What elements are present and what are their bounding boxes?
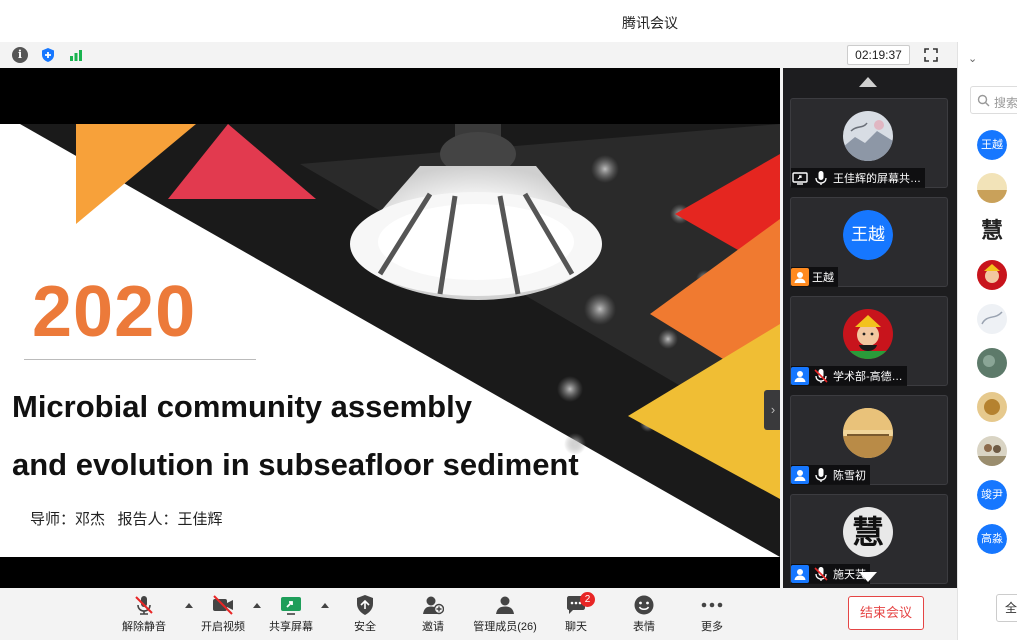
camera-off-icon (213, 595, 233, 615)
security-label: 安全 (354, 621, 376, 633)
avatar (843, 309, 893, 359)
share-screen-icon (281, 597, 301, 615)
participant-namebar: 陈雪初 (791, 465, 870, 485)
end-meeting-button[interactable]: 结束会议 (848, 596, 924, 630)
participant-namebar: 学术部-高德… (791, 366, 907, 386)
collapse-video-panel-handle[interactable]: › (764, 390, 780, 430)
member-avatar[interactable]: 高淼 (977, 524, 1007, 554)
unmute-button[interactable]: 解除静音 (108, 592, 180, 638)
chat-unread-badge: 2 (580, 592, 595, 607)
meeting-area: i 02:19:37 2020 Microbial community asse… (0, 42, 957, 640)
participant-name: 陈雪初 (833, 470, 866, 482)
slide-divider (24, 359, 256, 360)
microphone-icon (815, 468, 827, 482)
shield-icon[interactable] (40, 47, 56, 63)
avatar-initials: 王越 (977, 130, 1007, 160)
signal-icon[interactable] (68, 47, 84, 63)
participant-name: 王佳辉的屏幕共… (833, 173, 921, 185)
unmute-label: 解除静音 (122, 621, 166, 633)
user-icon (791, 466, 809, 484)
member-list-panel: ⌄ 搜索 王越 慧 竣尹 高淼 全 (957, 42, 1017, 640)
meeting-timer: 02:19:37 (847, 45, 910, 65)
slide-authors: 导师：邓杰 报告人：王佳辉 (30, 511, 223, 528)
search-placeholder: 搜索 (994, 96, 1017, 110)
user-icon (791, 367, 809, 385)
participant-tile[interactable]: 学术部-高德… (790, 296, 948, 386)
manage-members-button[interactable]: 管理成员(26) (469, 592, 541, 638)
title-bar: 腾讯会议 (0, 0, 1017, 42)
more-dots-icon (701, 602, 723, 608)
avatar: 王越 (843, 210, 893, 260)
participant-tile[interactable]: 慧 施天芸 (790, 494, 948, 584)
share-screen-button[interactable]: 共享屏幕 (255, 592, 327, 638)
avatar (843, 408, 893, 458)
member-avatar[interactable]: 慧 (977, 216, 1007, 246)
chevron-down-icon[interactable]: ⌄ (968, 52, 977, 65)
chat-button[interactable]: 2 聊天 (540, 592, 612, 638)
microphone-muted-icon (135, 596, 153, 615)
participant-namebar: 王越 (791, 267, 838, 287)
more-label: 更多 (701, 621, 723, 633)
manage-members-label: 管理成员(26) (473, 621, 537, 633)
avatar-initials: 慧 (851, 513, 884, 551)
slide-title-line-1: Microbial community assembly (12, 389, 472, 424)
search-icon (977, 94, 990, 107)
start-video-label: 开启视频 (201, 621, 245, 633)
participant-name: 学术部-高德… (833, 371, 903, 383)
avatar-initials: 高淼 (977, 524, 1007, 554)
member-avatar[interactable] (977, 348, 1007, 378)
member-avatar[interactable] (977, 392, 1007, 422)
microphone-muted-icon (814, 567, 828, 581)
window-title: 腾讯会议 (622, 15, 678, 31)
tencent-meeting-window: 腾讯会议 i 02:19:37 2020 Microbial community… (0, 0, 1017, 640)
avatar-initials: 竣尹 (977, 480, 1007, 510)
participant-name: 王越 (812, 272, 834, 284)
member-avatar[interactable] (977, 173, 1007, 203)
member-avatar[interactable] (977, 436, 1007, 466)
avatar: 慧 (843, 507, 893, 557)
microphone-icon (815, 171, 827, 185)
reactions-label: 表情 (633, 621, 655, 633)
security-shield-icon (357, 595, 373, 615)
member-avatar[interactable] (977, 304, 1007, 334)
microphone-muted-icon (814, 369, 828, 383)
reactions-button[interactable]: 表情 (608, 592, 680, 638)
member-avatar[interactable]: 竣尹 (977, 480, 1007, 510)
shared-screen: 2020 Microbial community assembly and ev… (0, 68, 780, 588)
share-screen-label: 共享屏幕 (269, 621, 313, 633)
participant-video-panel: 王佳辉的屏幕共… 王越 王越 学术部-高德… 陈雪初 慧 施天芸 (783, 68, 957, 588)
fullscreen-icon[interactable] (923, 47, 939, 63)
invite-button[interactable]: 邀请 (397, 592, 469, 638)
members-icon (496, 596, 514, 614)
participant-tile[interactable]: 王越 王越 (790, 197, 948, 287)
participant-namebar: 王佳辉的屏幕共… (791, 168, 925, 188)
member-search-input[interactable]: 搜索 (970, 86, 1017, 114)
presentation-slide: 2020 Microbial community assembly and ev… (0, 124, 780, 557)
avatar-initials: 王越 (843, 210, 893, 260)
user-icon (791, 268, 809, 286)
security-button[interactable]: 安全 (329, 592, 401, 638)
share-options-caret-icon[interactable] (321, 603, 329, 608)
meeting-info-bar: i 02:19:37 (0, 42, 957, 68)
more-button[interactable]: 更多 (676, 592, 748, 638)
member-avatar[interactable] (977, 260, 1007, 290)
participant-tile[interactable]: 陈雪初 (790, 395, 948, 485)
user-icon (791, 565, 809, 583)
slide-title-line-2: and evolution in subseafloor sediment (12, 447, 579, 482)
chat-label: 聊天 (565, 621, 587, 633)
screen-share-icon (792, 172, 808, 185)
start-video-button[interactable]: 开启视频 (187, 592, 259, 638)
scroll-up-arrow-icon[interactable] (859, 77, 877, 87)
meeting-toolbar: 解除静音 开启视频 共享屏幕 安全 邀请 管理成员(26) 2 聊天 表情 更多… (0, 588, 957, 640)
info-icon[interactable]: i (12, 47, 28, 63)
mute-all-button[interactable]: 全 (996, 594, 1017, 622)
invite-label: 邀请 (422, 621, 444, 633)
slide-year: 2020 (32, 272, 197, 352)
avatar (843, 111, 893, 161)
participant-tile[interactable]: 王佳辉的屏幕共… (790, 98, 948, 188)
emoji-icon (634, 595, 654, 615)
scroll-down-arrow-icon[interactable] (859, 572, 877, 582)
member-avatar[interactable]: 王越 (977, 130, 1007, 160)
add-user-icon (423, 596, 444, 615)
